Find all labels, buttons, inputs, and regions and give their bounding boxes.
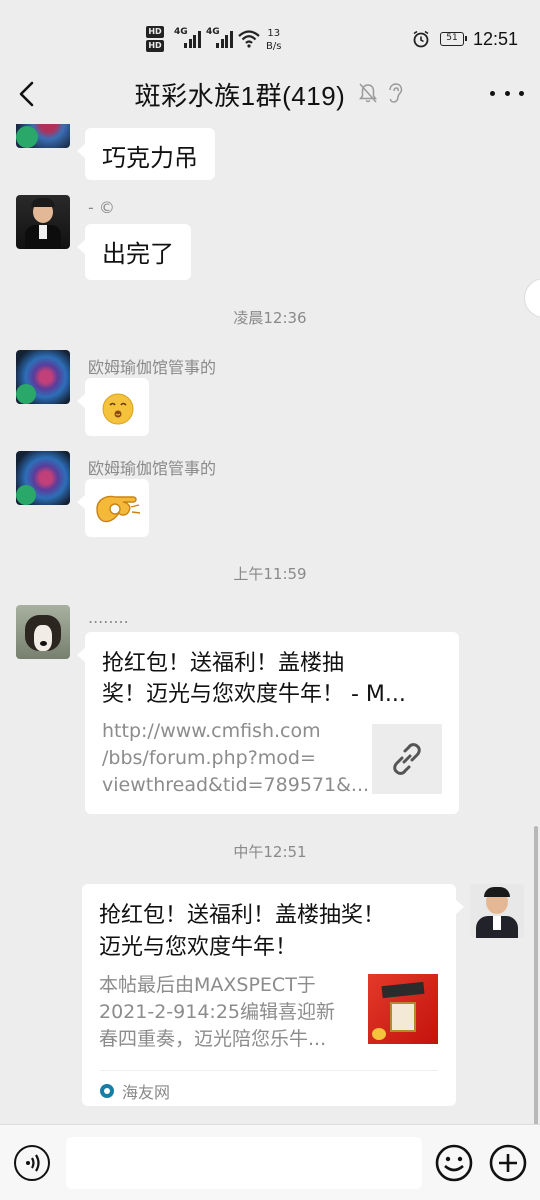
message-text: 巧克力吊 [102,144,198,172]
voice-icon[interactable] [14,1145,50,1181]
card-desc-line: /bbs/forum.php?mod= [102,747,316,769]
link-card[interactable]: 抢红包！送福利！盖楼抽 奖！迈光与您欢度牛年！ - M... http://ww… [77,632,459,814]
card-title-line: 抢红包！送福利！盖楼抽奖！ [99,903,386,928]
card-desc-line: http://www.cmfish.com [102,720,321,742]
card-desc-line: viewthread&tid=789571&... [102,774,370,796]
more-icon[interactable] [490,82,524,104]
avatar[interactable] [16,605,70,659]
time-divider: 上午11:59 [233,565,307,583]
card-title-line: 迈光与您欢度牛年！ [99,935,298,960]
link-icon [393,743,421,775]
title-wrap: 斑彩水族1群(419) [0,76,540,113]
chat-title[interactable]: 斑彩水族1群(419) [135,81,346,111]
battery-icon: 51 [440,32,467,46]
my-avatar[interactable] [470,884,524,938]
ear-icon [389,83,403,103]
card-title: 抢红包！送福利！盖楼抽 奖！迈光与您欢度牛年！ - M... [102,648,406,710]
avatar[interactable] [16,195,70,249]
wifi-icon [238,30,260,48]
chat-header: 斑彩水族1群(419) [0,66,540,124]
time-divider: 凌晨12:36 [233,309,307,327]
card-desc-line: 本帖最后由MAXSPECT于 [99,974,316,996]
card-thumbnail [368,974,438,1044]
hd-indicator: HD HD [146,26,168,54]
time-divider: 中午12:51 [233,843,307,861]
speed-unit: B/s [266,41,282,52]
hd-label: HD [146,26,164,38]
scrollbar[interactable] [534,826,538,1126]
sender-name: ........ [88,608,129,627]
avatar[interactable] [16,451,70,505]
speed-value: 13 [267,28,281,39]
card-description: http://www.cmfish.com /bbs/forum.php?mod… [102,718,369,799]
sticker-bubble[interactable] [77,378,149,436]
avatar[interactable] [16,124,70,148]
source-name: 海友网 [122,1083,171,1102]
sim2-signal-icon [216,30,234,48]
message-bubble[interactable]: 巧克力吊 [77,128,215,180]
card-title-line: 奖！迈光与您欢度牛年！ - M... [102,682,406,707]
source-logo-icon [100,1084,114,1098]
message-text: 出完了 [102,240,174,268]
card-desc-line: 春四重奏，迈光陪您乐牛... [99,1028,327,1050]
plus-icon[interactable] [488,1143,528,1183]
sender-name: 欧姆瑜伽馆管事的 [88,459,217,478]
sender-name: 欧姆瑜伽馆管事的 [88,358,217,377]
status-time: 12:51 [472,29,518,49]
mute-icon [358,83,378,103]
kiss-emoji-icon [102,393,134,425]
ok-hand-emoji-icon [96,495,141,523]
network-speed: 13 B/s [266,27,281,53]
sim1-signal-icon [184,30,202,48]
message-input[interactable] [66,1137,422,1189]
alarm-icon [413,30,429,48]
card-description: 本帖最后由MAXSPECT于 2021-2-914:25编辑喜迎新 春四重奏，迈… [99,972,335,1053]
avatar[interactable] [16,350,70,404]
chat-area[interactable]: 巧克力吊 - © 出完了 凌晨12:36 欧姆瑜伽馆管事的 欧姆瑜伽馆管事的 上… [0,124,540,1124]
card-desc-line: 2021-2-914:25编辑喜迎新 [99,1001,335,1023]
hd-label: HD [146,40,164,52]
card-thumbnail [372,724,442,794]
emoji-icon[interactable] [434,1143,474,1183]
card-source: 海友网 [100,1070,438,1103]
input-bar [0,1124,540,1200]
message-bubble[interactable]: 出完了 [77,224,191,280]
link-card[interactable]: 抢红包！送福利！盖楼抽奖！ 迈光与您欢度牛年！ 本帖最后由MAXSPECT于 2… [82,884,464,1106]
card-title-line: 抢红包！送福利！盖楼抽 [102,651,345,676]
sticker-bubble[interactable] [77,479,149,537]
sender-name: - © [88,198,115,217]
card-title: 抢红包！送福利！盖楼抽奖！ 迈光与您欢度牛年！ [99,900,385,964]
